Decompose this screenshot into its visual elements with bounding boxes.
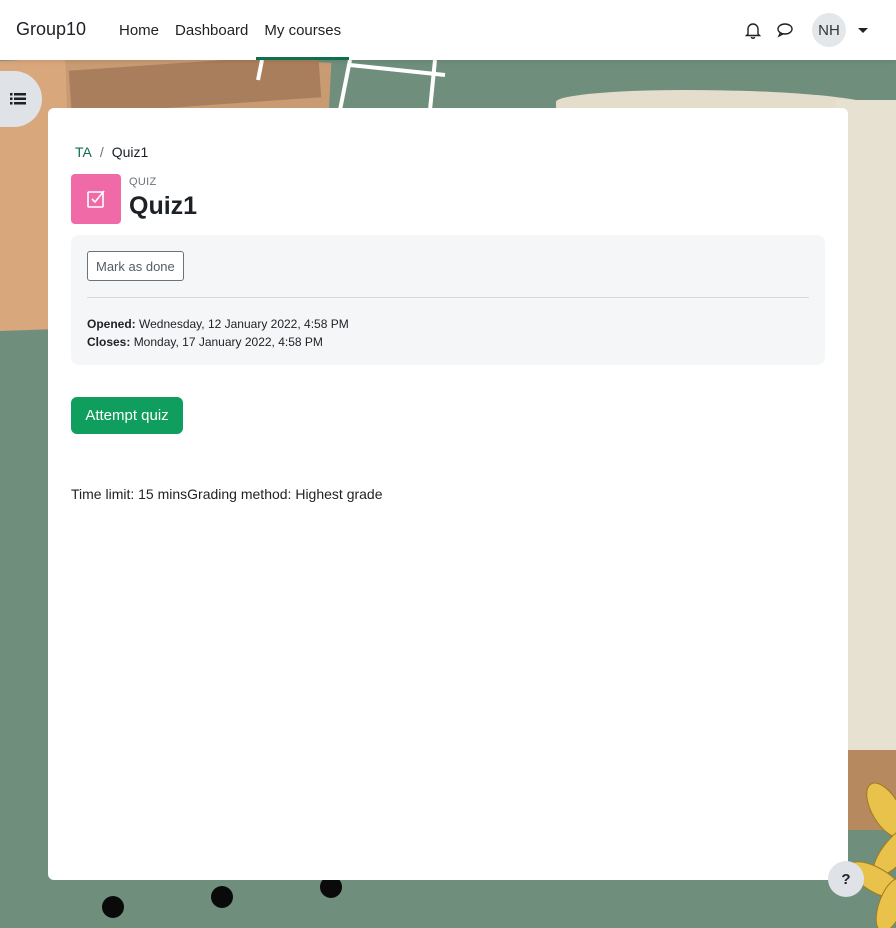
list-icon (10, 93, 26, 105)
help-button[interactable]: ? (828, 861, 864, 897)
quiz-check-icon (71, 174, 121, 224)
opened-value: Wednesday, 12 January 2022, 4:58 PM (139, 317, 349, 331)
top-navbar: Group10 Home Dashboard My courses NH (0, 0, 896, 60)
activity-dates: Opened: Wednesday, 12 January 2022, 4:58… (87, 315, 349, 351)
attempt-quiz-button[interactable]: Attempt quiz (71, 397, 183, 434)
divider (87, 297, 809, 298)
quiz-limits-text: Time limit: 15 minsGrading method: Highe… (71, 486, 383, 502)
page-title: Quiz1 (129, 192, 198, 220)
user-navigation: NH (742, 13, 868, 47)
site-name[interactable]: Group10 (16, 19, 86, 40)
closes-label: Closes: (87, 335, 134, 349)
breadcrumb-current: Quiz1 (111, 144, 149, 160)
dot-decoration (211, 886, 233, 908)
breadcrumb-separator: / (99, 144, 104, 160)
mark-as-done-button[interactable]: Mark as done (87, 251, 184, 281)
nav-link-home[interactable]: Home (111, 0, 167, 60)
nav-link-dashboard[interactable]: Dashboard (167, 0, 256, 60)
opened-label: Opened: (87, 317, 140, 331)
nav-link-my-courses[interactable]: My courses (256, 0, 350, 60)
chevron-down-icon[interactable] (858, 27, 868, 33)
primary-navigation: Home Dashboard My courses (111, 0, 350, 60)
closes-value: Monday, 17 January 2022, 4:58 PM (133, 335, 323, 349)
opened-date-row: Opened: Wednesday, 12 January 2022, 4:58… (87, 315, 349, 333)
activity-information: Mark as done Opened: Wednesday, 12 Janua… (71, 235, 825, 365)
closes-date-row: Closes: Monday, 17 January 2022, 4:58 PM (87, 333, 349, 351)
user-avatar[interactable]: NH (812, 13, 846, 47)
chat-bubble-icon[interactable] (774, 19, 796, 41)
activity-type-label: QUIZ (129, 176, 157, 188)
bell-icon[interactable] (742, 19, 764, 41)
dot-decoration (102, 896, 124, 918)
breadcrumb-course-link[interactable]: TA (75, 144, 92, 160)
breadcrumb: TA / Quiz1 (75, 144, 148, 160)
main-content-card: TA / Quiz1 QUIZ Quiz1 Mark as done Opene… (48, 108, 848, 880)
